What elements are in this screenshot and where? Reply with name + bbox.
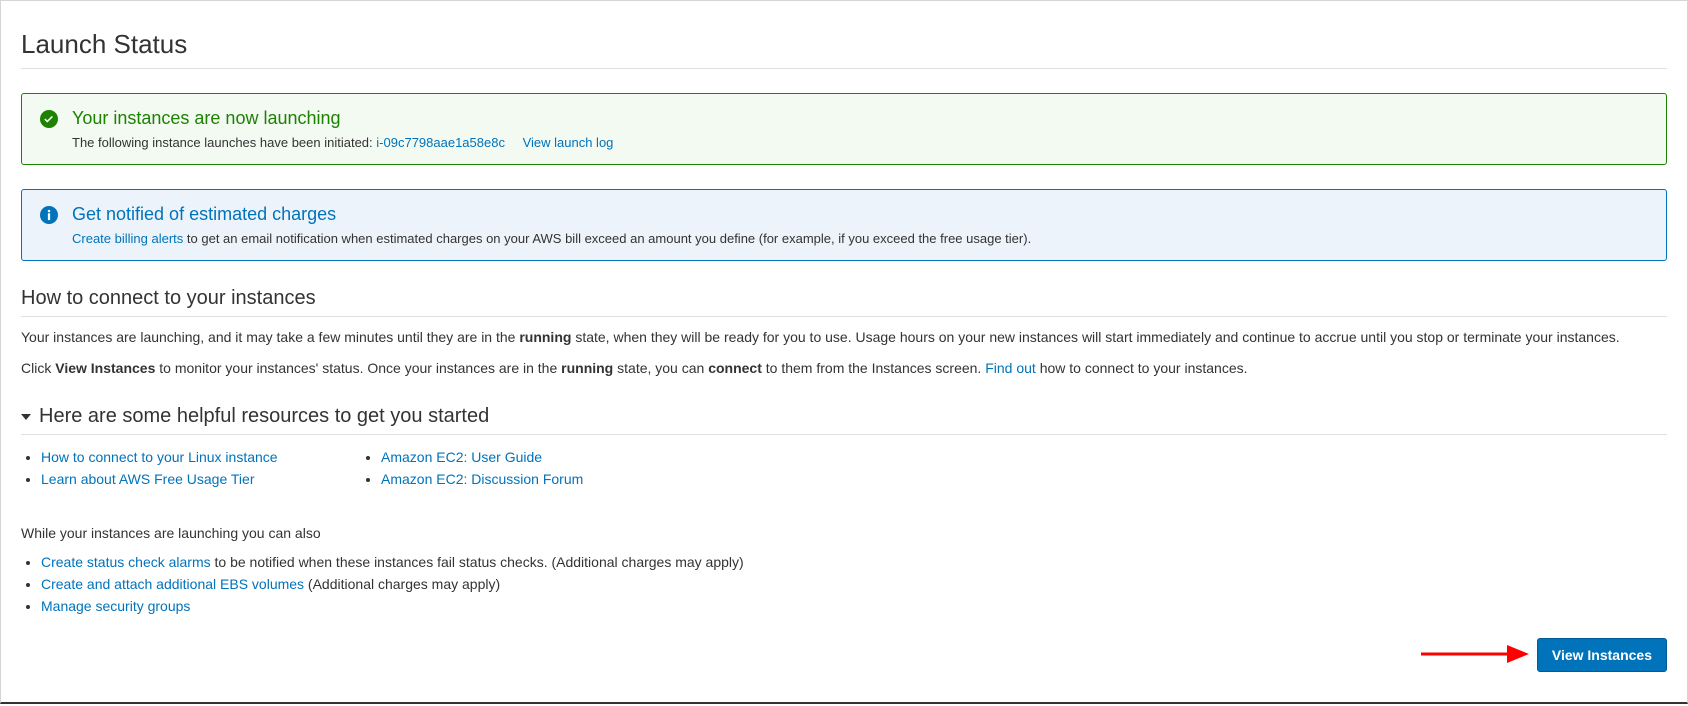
info-following-text: to get an email notification when estima… xyxy=(187,231,1031,246)
item-rest: to be notified when these instances fail… xyxy=(211,554,744,570)
create-billing-alerts-link[interactable]: Create billing alerts xyxy=(72,231,183,246)
while-launching-intro: While your instances are launching you c… xyxy=(21,523,1667,544)
launch-status-page: Launch Status Your instances are now lau… xyxy=(0,0,1688,704)
view-launch-log-link[interactable]: View launch log xyxy=(523,135,614,150)
list-item: Amazon EC2: User Guide xyxy=(381,449,583,465)
p2-connect: connect xyxy=(708,360,762,376)
list-item: Amazon EC2: Discussion Forum xyxy=(381,471,583,487)
create-status-alarms-link[interactable]: Create status check alarms xyxy=(41,554,211,570)
p2-d: to them from the Instances screen. xyxy=(762,360,985,376)
p2-view-instances: View Instances xyxy=(55,360,155,376)
p2-running: running xyxy=(561,360,613,376)
connect-paragraph-2: Click View Instances to monitor your ins… xyxy=(21,358,1667,379)
item-rest: (Additional charges may apply) xyxy=(304,576,500,592)
ec2-user-guide-link[interactable]: Amazon EC2: User Guide xyxy=(381,449,542,465)
instance-id-link[interactable]: i-09c7798aae1a58e8c xyxy=(376,135,505,150)
list-item: How to connect to your Linux instance xyxy=(41,449,361,465)
p1-post: state, when they will be ready for you t… xyxy=(571,329,1619,345)
info-heading: Get notified of estimated charges xyxy=(72,204,1648,225)
list-item: Manage security groups xyxy=(41,598,1667,614)
p1-pre: Your instances are launching, and it may… xyxy=(21,329,519,345)
while-launching-list: Create status check alarms to be notifie… xyxy=(21,554,1667,614)
info-subtext: Create billing alerts to get an email no… xyxy=(72,231,1648,246)
find-out-link[interactable]: Find out xyxy=(985,360,1036,376)
view-instances-button[interactable]: View Instances xyxy=(1537,638,1667,672)
footer-row: View Instances xyxy=(1419,638,1667,672)
resources-links: How to connect to your Linux instance Le… xyxy=(21,443,1667,493)
connect-paragraph-1: Your instances are launching, and it may… xyxy=(21,327,1667,348)
ec2-discussion-forum-link[interactable]: Amazon EC2: Discussion Forum xyxy=(381,471,583,487)
p2-e: how to connect to your instances. xyxy=(1040,360,1248,376)
resources-expander[interactable]: Here are some helpful resources to get y… xyxy=(21,405,1667,435)
p2-b: to monitor your instances' status. Once … xyxy=(155,360,561,376)
connect-section-title: How to connect to your instances xyxy=(21,287,1667,317)
free-tier-link[interactable]: Learn about AWS Free Usage Tier xyxy=(41,471,254,487)
page-title: Launch Status xyxy=(21,29,1667,69)
list-item: Learn about AWS Free Usage Tier xyxy=(41,471,361,487)
check-circle-icon xyxy=(40,110,58,131)
p2-a: Click xyxy=(21,360,55,376)
launch-success-alert: Your instances are now launching The fol… xyxy=(21,93,1667,165)
list-item: Create status check alarms to be notifie… xyxy=(41,554,1667,570)
p2-c: state, you can xyxy=(613,360,708,376)
info-circle-icon xyxy=(40,206,58,227)
manage-security-groups-link[interactable]: Manage security groups xyxy=(41,598,190,614)
caret-down-icon xyxy=(21,414,31,420)
list-item: Create and attach additional EBS volumes… xyxy=(41,576,1667,592)
success-heading: Your instances are now launching xyxy=(72,108,1648,129)
success-prefix: The following instance launches have bee… xyxy=(72,135,373,150)
p1-running: running xyxy=(519,329,571,345)
connect-linux-link[interactable]: How to connect to your Linux instance xyxy=(41,449,278,465)
success-subtext: The following instance launches have bee… xyxy=(72,135,1648,150)
resources-title: Here are some helpful resources to get y… xyxy=(39,405,489,428)
billing-info-alert: Get notified of estimated charges Create… xyxy=(21,189,1667,261)
annotation-arrow-icon xyxy=(1419,641,1529,670)
create-ebs-volumes-link[interactable]: Create and attach additional EBS volumes xyxy=(41,576,304,592)
